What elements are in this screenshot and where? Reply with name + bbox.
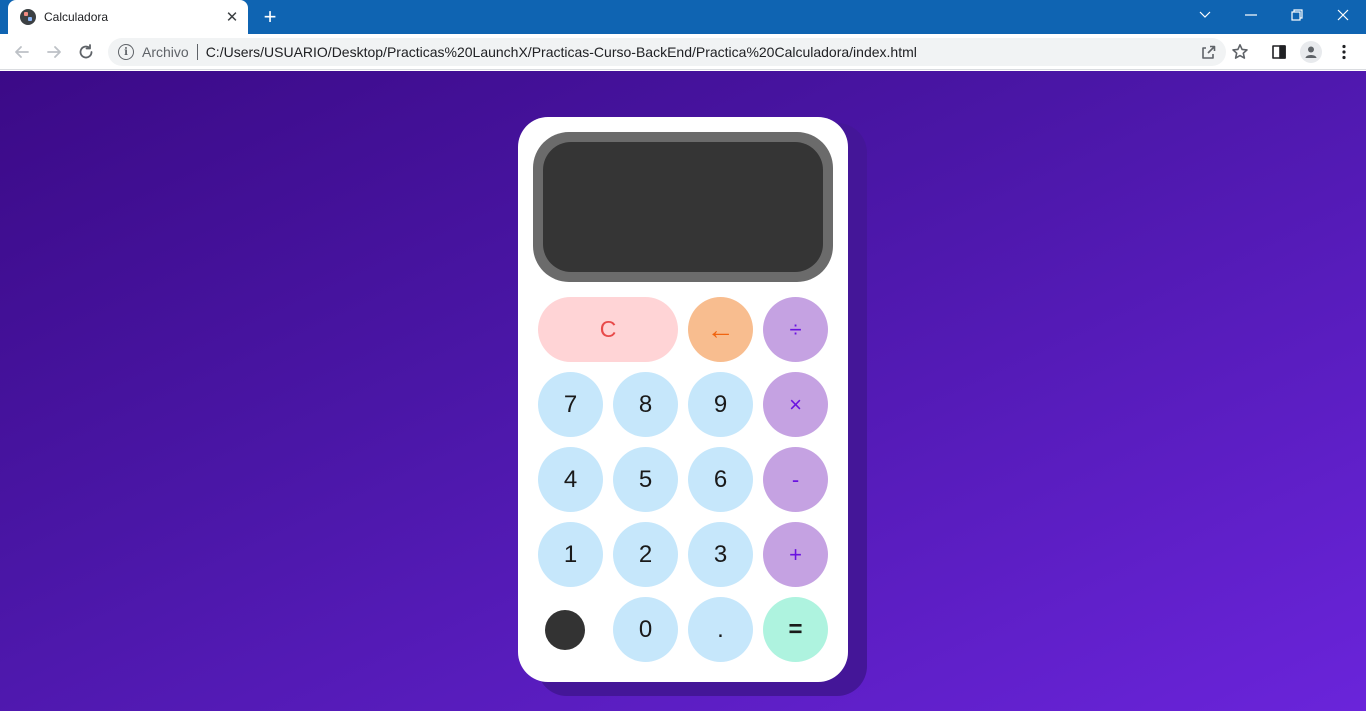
menu-dots-icon[interactable] <box>1334 42 1354 62</box>
reload-icon[interactable] <box>72 38 100 66</box>
forward-arrow-icon[interactable] <box>40 38 68 66</box>
calculator: C ← ÷ 7 8 9 × 4 5 6 - 1 2 3 + 0 . = <box>518 117 848 682</box>
multiply-button[interactable]: × <box>763 372 828 437</box>
info-icon[interactable]: i <box>118 44 134 60</box>
share-icon[interactable] <box>1198 42 1218 62</box>
tab-strip: Calculadora ✕ + <box>0 0 1366 34</box>
browser-toolbar: i Archivo C:/Users/USUARIO/Desktop/Pract… <box>0 34 1366 70</box>
subtract-button[interactable]: - <box>763 447 828 512</box>
add-button[interactable]: + <box>763 522 828 587</box>
digit-6-button[interactable]: 6 <box>688 447 753 512</box>
url-text[interactable]: C:/Users/USUARIO/Desktop/Practicas%20Lau… <box>206 44 917 60</box>
digit-2-button[interactable]: 2 <box>613 522 678 587</box>
tab-calculadora[interactable]: Calculadora ✕ <box>8 0 248 34</box>
restore-icon[interactable] <box>1274 0 1320 30</box>
back-arrow-icon[interactable] <box>8 38 36 66</box>
address-separator <box>196 44 198 60</box>
address-bar[interactable]: i Archivo C:/Users/USUARIO/Desktop/Pract… <box>108 38 1226 66</box>
chevron-down-icon[interactable] <box>1182 0 1228 30</box>
minimize-icon[interactable] <box>1228 0 1274 30</box>
digit-8-button[interactable]: 8 <box>613 372 678 437</box>
scheme-label: Archivo <box>142 44 189 60</box>
digit-4-button[interactable]: 4 <box>538 447 603 512</box>
digit-5-button[interactable]: 5 <box>613 447 678 512</box>
profile-icon[interactable] <box>1300 41 1322 63</box>
display-bezel <box>533 132 833 282</box>
page-background: C ← ÷ 7 8 9 × 4 5 6 - 1 2 3 + 0 . = <box>0 71 1366 711</box>
star-icon[interactable] <box>1230 42 1250 62</box>
close-icon[interactable] <box>1320 0 1366 30</box>
tab-title: Calculadora <box>44 10 109 24</box>
digit-7-button[interactable]: 7 <box>538 372 603 437</box>
digit-9-button[interactable]: 9 <box>688 372 753 437</box>
divide-button[interactable]: ÷ <box>763 297 828 362</box>
digit-3-button[interactable]: 3 <box>688 522 753 587</box>
digit-1-button[interactable]: 1 <box>538 522 603 587</box>
tab-close-icon[interactable]: ✕ <box>222 7 242 27</box>
digit-0-button[interactable]: 0 <box>613 597 678 662</box>
new-tab-button[interactable]: + <box>258 5 282 29</box>
equals-button[interactable]: = <box>763 597 828 662</box>
clear-button[interactable]: C <box>538 297 678 362</box>
decimal-button[interactable]: . <box>688 597 753 662</box>
globe-app-icon <box>20 9 36 25</box>
display <box>543 142 823 272</box>
side-panel-icon[interactable] <box>1269 42 1289 62</box>
indicator-dot <box>545 610 585 650</box>
backspace-button[interactable]: ← <box>688 297 753 362</box>
